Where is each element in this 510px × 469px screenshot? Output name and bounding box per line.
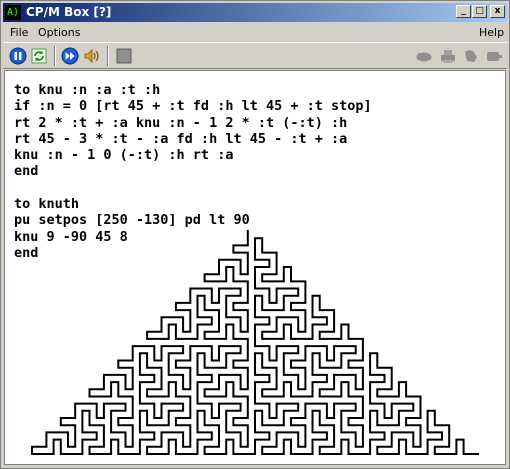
toolbar-separator	[107, 46, 109, 66]
title-bar[interactable]: A) CP/M Box [?] _ □ x	[3, 3, 507, 22]
app-icon[interactable]: A)	[5, 5, 21, 20]
speaker-icon[interactable]	[83, 47, 101, 65]
menu-help[interactable]: Help	[479, 26, 504, 39]
toolbar-separator	[54, 46, 56, 66]
close-button[interactable]: x	[490, 5, 505, 18]
printer-icon[interactable]	[439, 47, 457, 65]
menu-bar: File Options Help	[3, 23, 507, 41]
forward-icon[interactable]	[61, 47, 79, 65]
minimize-button[interactable]: _	[456, 5, 471, 18]
menu-file[interactable]: File	[10, 26, 28, 39]
emulator-window: A) CP/M Box [?] _ □ x File Options Help	[0, 0, 510, 469]
pause-icon[interactable]	[9, 47, 27, 65]
disk-icon[interactable]	[415, 47, 433, 65]
stop-icon[interactable]	[115, 47, 133, 65]
menu-options[interactable]: Options	[38, 26, 80, 39]
toolbar	[3, 42, 507, 69]
refresh-icon[interactable]	[30, 47, 48, 65]
tape-icon[interactable]	[485, 47, 503, 65]
knuth-curve-drawing	[31, 230, 479, 455]
terminal-screen[interactable]: to knu :n :a :t :h if :n = 0 [rt 45 + :t…	[4, 70, 506, 465]
window-title: CP/M Box [?]	[26, 5, 112, 19]
maximize-button[interactable]: □	[472, 5, 487, 18]
drive-icon[interactable]	[462, 47, 480, 65]
